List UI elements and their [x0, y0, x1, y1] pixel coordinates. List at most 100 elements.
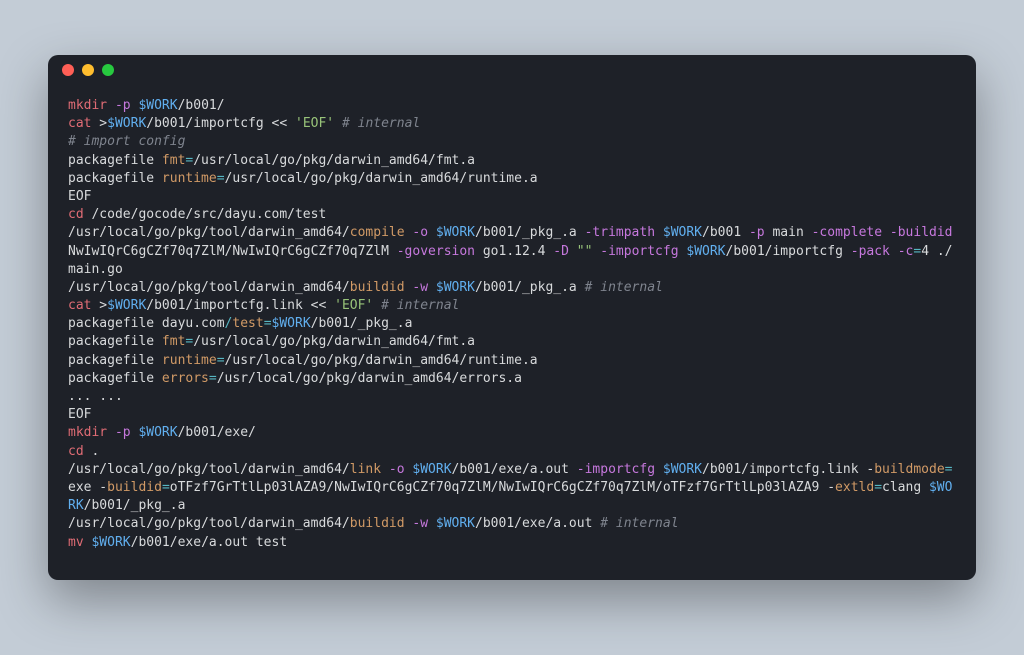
- code-token: $WORK: [272, 316, 311, 331]
- code-token: /usr/local/go/pkg/tool/darwin_amd64/: [68, 280, 350, 295]
- code-token: [890, 244, 898, 259]
- code-token: /usr/local/go/pkg/darwin_amd64/runtime.a: [225, 171, 538, 186]
- code-token: /b001/importcfg.link <<: [146, 298, 334, 313]
- code-token: /usr/local/go/pkg/darwin_amd64/runtime.a: [225, 353, 538, 368]
- code-line: EOF: [68, 406, 956, 424]
- code-token: packagefile: [68, 153, 162, 168]
- zoom-icon[interactable]: [102, 64, 114, 76]
- code-token: -importcfg: [600, 244, 678, 259]
- code-token: $WORK: [138, 425, 177, 440]
- code-line: EOF: [68, 188, 956, 206]
- code-token: /b001/: [178, 98, 225, 113]
- code-token: packagefile: [68, 371, 162, 386]
- code-token: $WORK: [412, 462, 451, 477]
- code-token: extld: [835, 480, 874, 495]
- code-token: /b001/importcfg: [726, 244, 851, 259]
- code-token: mkdir: [68, 98, 107, 113]
- code-token: =: [217, 171, 225, 186]
- code-token: packagefile: [68, 334, 162, 349]
- code-token: mv: [68, 535, 84, 550]
- code-token: /usr/local/go/pkg/tool/darwin_amd64/: [68, 225, 350, 240]
- code-line: packagefile fmt=/usr/local/go/pkg/darwin…: [68, 152, 956, 170]
- code-token: link: [350, 462, 381, 477]
- code-token: packagefile: [68, 171, 162, 186]
- code-token: [373, 298, 381, 313]
- terminal-output: mkdir -p $WORK/b001/cat >$WORK/b001/impo…: [48, 85, 976, 580]
- code-token: /b001/exe/: [178, 425, 256, 440]
- code-token: -D: [553, 244, 569, 259]
- code-token: packagefile dayu.com: [68, 316, 225, 331]
- code-line: /usr/local/go/pkg/tool/darwin_amd64/buil…: [68, 515, 956, 533]
- code-token: /b001/importcfg <<: [146, 116, 295, 131]
- code-token: [428, 280, 436, 295]
- close-icon[interactable]: [62, 64, 74, 76]
- code-token: $WORK: [91, 535, 130, 550]
- code-token: /b001/exe/a.out test: [131, 535, 288, 550]
- code-line: packagefile fmt=/usr/local/go/pkg/darwin…: [68, 333, 956, 351]
- code-token: [107, 98, 115, 113]
- code-line: # import config: [68, 133, 956, 151]
- code-token: cd: [68, 207, 84, 222]
- code-token: =: [874, 480, 882, 495]
- code-token: -buildid: [890, 225, 953, 240]
- code-token: $WORK: [436, 225, 475, 240]
- code-token: -c: [898, 244, 914, 259]
- code-line: packagefile runtime=/usr/local/go/pkg/da…: [68, 170, 956, 188]
- code-token: $WORK: [107, 298, 146, 313]
- code-token: =: [945, 462, 953, 477]
- code-token: .: [84, 444, 100, 459]
- code-token: cat: [68, 298, 91, 313]
- code-token: /b001/_pkg_.a: [311, 316, 413, 331]
- code-token: buildid: [350, 280, 405, 295]
- code-token: /usr/local/go/pkg/darwin_amd64/errors.a: [217, 371, 522, 386]
- code-token: 'EOF': [334, 298, 373, 313]
- code-token: =: [264, 316, 272, 331]
- code-token: cat: [68, 116, 91, 131]
- titlebar: [48, 55, 976, 85]
- code-line: packagefile errors=/usr/local/go/pkg/dar…: [68, 370, 956, 388]
- code-line: ... ...: [68, 388, 956, 406]
- code-token: compile: [350, 225, 405, 240]
- code-line: packagefile dayu.com/test=$WORK/b001/_pk…: [68, 315, 956, 333]
- code-line: /usr/local/go/pkg/tool/darwin_amd64/buil…: [68, 279, 956, 297]
- code-token: oTFzf7GrTtlLp03lAZA9/NwIwIQrC6gCZf70q7Zl…: [170, 480, 835, 495]
- code-token: # internal: [600, 516, 678, 531]
- code-token: EOF: [68, 189, 91, 204]
- code-token: /usr/local/go/pkg/tool/darwin_amd64/: [68, 516, 350, 531]
- code-token: "": [577, 244, 593, 259]
- code-line: /usr/local/go/pkg/tool/darwin_amd64/link…: [68, 461, 956, 516]
- minimize-icon[interactable]: [82, 64, 94, 76]
- code-token: clang: [882, 480, 929, 495]
- code-token: # internal: [585, 280, 663, 295]
- code-token: $WORK: [436, 516, 475, 531]
- code-token: $WORK: [686, 244, 725, 259]
- code-token: buildid: [350, 516, 405, 531]
- code-token: main: [765, 225, 812, 240]
- code-token: -complete: [812, 225, 882, 240]
- code-token: /usr/local/go/pkg/darwin_amd64/fmt.a: [193, 153, 475, 168]
- code-token: fmt: [162, 334, 185, 349]
- code-token: /b001/_pkg_.a: [84, 498, 186, 513]
- code-token: runtime: [162, 353, 217, 368]
- code-token: -o: [389, 462, 405, 477]
- code-token: errors: [162, 371, 209, 386]
- code-token: packagefile: [68, 353, 162, 368]
- code-token: exe -: [68, 480, 107, 495]
- code-token: -p: [749, 225, 765, 240]
- code-token: /b001/_pkg_.a: [475, 225, 585, 240]
- code-token: $WORK: [436, 280, 475, 295]
- code-token: =: [209, 371, 217, 386]
- code-line: mv $WORK/b001/exe/a.out test: [68, 534, 956, 552]
- code-line: cat >$WORK/b001/importcfg.link << 'EOF' …: [68, 297, 956, 315]
- code-token: [381, 462, 389, 477]
- code-line: /usr/local/go/pkg/tool/darwin_amd64/comp…: [68, 224, 956, 279]
- code-token: [569, 244, 577, 259]
- code-token: /b001/exe/a.out: [452, 462, 577, 477]
- code-token: /code/gocode/src/dayu.com/test: [84, 207, 327, 222]
- code-token: -o: [412, 225, 428, 240]
- code-token: -p: [115, 425, 131, 440]
- code-token: # import config: [68, 134, 185, 149]
- code-token: [655, 462, 663, 477]
- code-line: cd /code/gocode/src/dayu.com/test: [68, 206, 956, 224]
- code-token: -pack: [851, 244, 890, 259]
